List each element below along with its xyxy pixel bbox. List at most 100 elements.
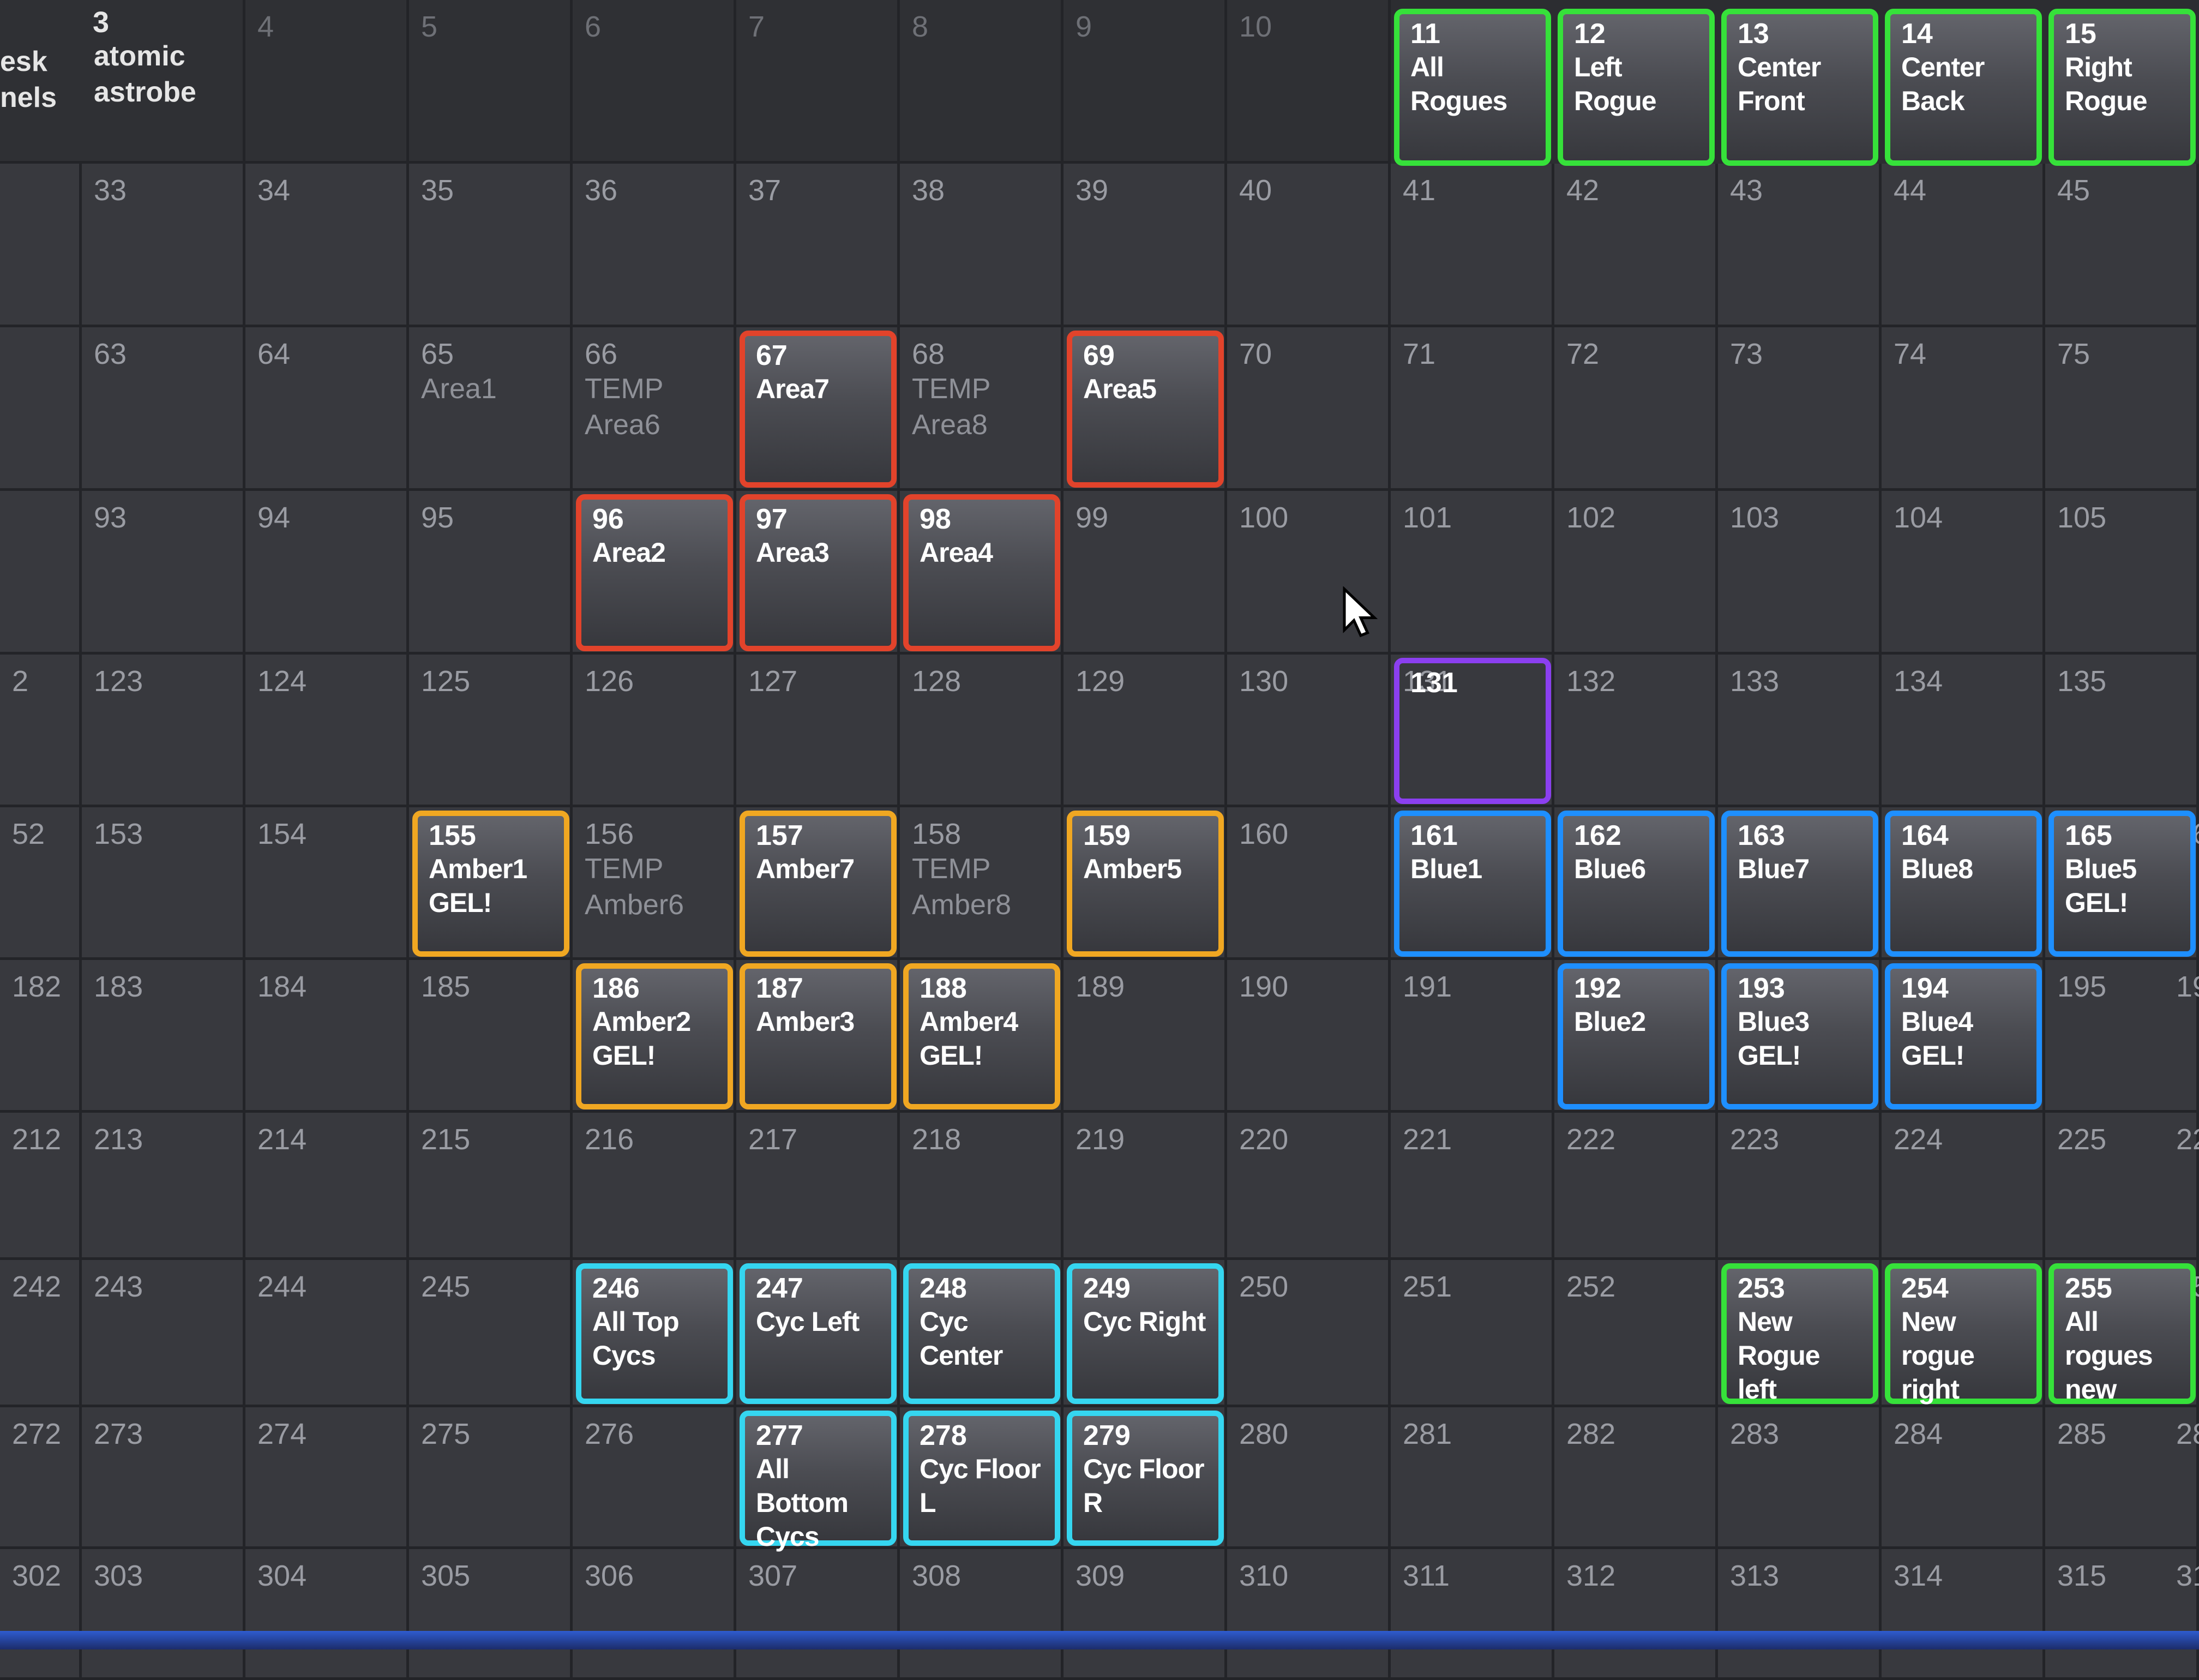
effect-button[interactable]: 247Cyc Left (740, 1263, 897, 1404)
grid-cell[interactable]: 41 (1391, 164, 1554, 327)
effect-button[interactable]: 188Amber4 GEL! (903, 963, 1060, 1109)
grid-cell-top[interactable]: 4 (245, 0, 409, 164)
grid-cell[interactable]: 244 (245, 1260, 409, 1407)
grid-cell[interactable]: 34 (245, 164, 409, 327)
grid-cell[interactable]: 66TEMP Area6 (573, 327, 736, 491)
grid-cell[interactable]: 275 (409, 1407, 573, 1549)
grid-cell[interactable]: 102 (1554, 491, 1718, 655)
grid-cell[interactable]: 42 (1554, 164, 1718, 327)
grid-cell[interactable]: 273 (82, 1407, 245, 1549)
grid-cell[interactable]: 95 (409, 491, 573, 655)
effect-button[interactable]: 246All Top Cycs (576, 1263, 733, 1404)
grid-cell[interactable]: 283 (1718, 1407, 1882, 1549)
effect-button[interactable]: 164Blue8 (1885, 811, 2042, 957)
grid-cell[interactable]: 135 (2045, 655, 2199, 807)
grid-cell[interactable]: 104 (1882, 491, 2045, 655)
grid-cell[interactable]: 250 (1227, 1260, 1391, 1407)
grid-cell[interactable]: 158TEMP Amber8 (900, 807, 1064, 960)
grid-cell[interactable]: 44 (1882, 164, 2045, 327)
grid-cell[interactable] (0, 164, 82, 327)
effect-button[interactable]: 186Amber2 GEL! (576, 963, 733, 1109)
grid-cell[interactable]: 252 (1554, 1260, 1718, 1407)
grid-cell[interactable]: 307 (736, 1549, 900, 1680)
grid-cell-top[interactable]: 9 (1064, 0, 1227, 164)
grid-cell[interactable]: 214 (245, 1113, 409, 1260)
grid-cell[interactable]: 103 (1718, 491, 1882, 655)
grid-cell[interactable]: 219 (1064, 1113, 1227, 1260)
effect-button[interactable]: 13Center Front (1721, 9, 1878, 166)
grid-cell[interactable]: 303 (82, 1549, 245, 1680)
grid-cell[interactable]: 274 (245, 1407, 409, 1549)
grid-cell[interactable]: 123 (82, 655, 245, 807)
grid-cell[interactable]: 160 (1227, 807, 1391, 960)
grid-cell[interactable]: 191 (1391, 960, 1554, 1113)
effect-button[interactable]: 254New rogue right (1885, 1263, 2042, 1404)
effect-button[interactable]: 161Blue1 (1394, 811, 1551, 957)
effect-button[interactable]: 253New Rogue left (1721, 1263, 1878, 1404)
grid-cell[interactable]: 213 (82, 1113, 245, 1260)
grid-cell[interactable] (0, 327, 82, 491)
grid-cell[interactable]: 99 (1064, 491, 1227, 655)
effect-button[interactable]: 278Cyc Floor L (903, 1411, 1060, 1546)
grid-cell[interactable]: 184 (245, 960, 409, 1113)
effect-button[interactable]: 162Blue6 (1558, 811, 1715, 957)
grid-cell[interactable]: 71 (1391, 327, 1554, 491)
grid-cell[interactable]: 306 (573, 1549, 736, 1680)
grid-cell[interactable]: 313 (1718, 1549, 1882, 1680)
grid-cell[interactable]: 280 (1227, 1407, 1391, 1549)
grid-cell[interactable]: 314 (1882, 1549, 2045, 1680)
grid-cell[interactable]: 310 (1227, 1549, 1391, 1680)
effect-button[interactable]: 11All Rogues (1394, 9, 1551, 166)
grid-cell[interactable]: 224 (1882, 1113, 2045, 1260)
effect-button[interactable]: 96Area2 (576, 494, 733, 651)
grid-cell[interactable]: 282 (1554, 1407, 1718, 1549)
effect-button[interactable]: 249Cyc Right (1067, 1263, 1224, 1404)
grid-cell[interactable]: 182 (0, 960, 82, 1113)
grid-cell[interactable]: 127 (736, 655, 900, 807)
grid-cell[interactable]: 75 (2045, 327, 2199, 491)
grid-cell[interactable]: 37 (736, 164, 900, 327)
grid-cell[interactable]: 309 (1064, 1549, 1227, 1680)
grid-cell[interactable]: 72 (1554, 327, 1718, 491)
grid-cell[interactable]: 2 (0, 655, 82, 807)
effect-button[interactable]: 194Blue4 GEL! (1885, 963, 2042, 1109)
grid-cell-top[interactable]: 6 (573, 0, 736, 164)
grid-cell[interactable]: 124 (245, 655, 409, 807)
grid-cell-top-3[interactable]: 3 atomic astrobe (82, 0, 245, 164)
effect-button[interactable]: 131 (1394, 658, 1551, 804)
grid-cell[interactable]: 212 (0, 1113, 82, 1260)
grid-cell[interactable]: 35 (409, 164, 573, 327)
grid-cell[interactable] (0, 491, 82, 655)
grid-cell[interactable]: 45 (2045, 164, 2199, 327)
effect-button[interactable]: 69Area5 (1067, 331, 1224, 488)
grid-cell[interactable]: 74 (1882, 327, 2045, 491)
grid-cell[interactable]: 64 (245, 327, 409, 491)
grid-cell[interactable]: 132 (1554, 655, 1718, 807)
grid-cell[interactable]: 218 (900, 1113, 1064, 1260)
grid-cell[interactable]: 68TEMP Area8 (900, 327, 1064, 491)
grid-cell-top[interactable]: 10 (1227, 0, 1391, 164)
grid-cell[interactable]: 105 (2045, 491, 2199, 655)
effect-button[interactable]: 157Amber7 (740, 811, 897, 957)
grid-cell[interactable]: 185 (409, 960, 573, 1113)
grid-cell[interactable]: 128 (900, 655, 1064, 807)
grid-cell[interactable]: 129 (1064, 655, 1227, 807)
grid-cell[interactable]: 281 (1391, 1407, 1554, 1549)
grid-cell[interactable]: 222 (1554, 1113, 1718, 1260)
effect-button[interactable]: 159Amber5 (1067, 811, 1224, 957)
effect-button[interactable]: 277All Bottom Cycs (740, 1411, 897, 1546)
effect-button[interactable]: 12Left Rogue (1558, 9, 1715, 166)
effect-button[interactable]: 165Blue5 GEL! (2048, 811, 2196, 957)
grid-cell[interactable]: 272 (0, 1407, 82, 1549)
grid-cell[interactable]: 70 (1227, 327, 1391, 491)
grid-cell[interactable]: 39 (1064, 164, 1227, 327)
grid-cell[interactable]: 126 (573, 655, 736, 807)
grid-cell[interactable]: 101 (1391, 491, 1554, 655)
effect-button[interactable]: 248Cyc Center (903, 1263, 1060, 1404)
grid-cell[interactable]: 38 (900, 164, 1064, 327)
grid-cell[interactable]: 243 (82, 1260, 245, 1407)
grid-cell[interactable]: 183 (82, 960, 245, 1113)
grid-cell[interactable]: 63 (82, 327, 245, 491)
grid-cell[interactable]: 308 (900, 1549, 1064, 1680)
effect-button[interactable]: 14Center Back (1885, 9, 2042, 166)
